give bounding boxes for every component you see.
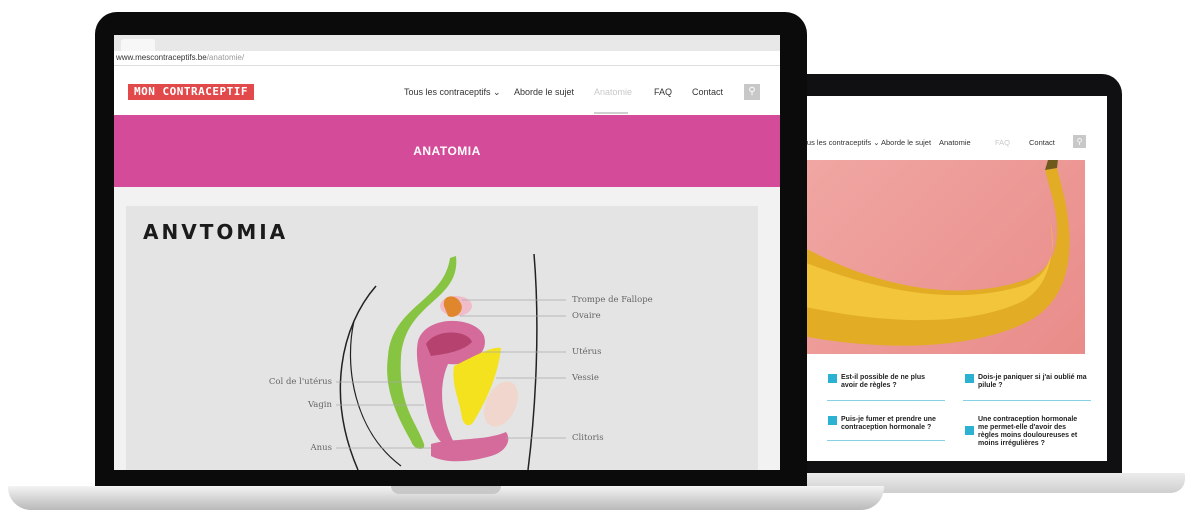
checkbox-icon xyxy=(965,426,974,435)
active-nav-indicator xyxy=(594,112,628,114)
search-icon[interactable]: ⚲ xyxy=(1073,135,1086,148)
faq-item[interactable]: Une contraception hormonale me permet-el… xyxy=(965,416,1088,448)
anatomy-diagram: Trompe de Fallope Ovaire Utérus Vessie C… xyxy=(269,253,653,470)
back-nav-anatomie[interactable]: Anatomie xyxy=(939,138,971,147)
front-laptop-notch xyxy=(391,486,501,494)
search-icon[interactable]: ⚲ xyxy=(744,84,760,100)
label-anus: Anus xyxy=(310,443,332,453)
divider xyxy=(963,400,1091,401)
back-laptop-screen: Tous les contraceptifs ⌄ Aborde le sujet… xyxy=(795,96,1107,461)
browser-tab[interactable] xyxy=(121,39,155,51)
label-vessie: Vessie xyxy=(571,373,599,383)
back-site-nav: Tous les contraceptifs ⌄ Aborde le sujet… xyxy=(795,130,1107,152)
site-logo[interactable]: MON CONTRACEPTIF xyxy=(128,84,254,100)
label-ovaire: Ovaire xyxy=(572,311,601,321)
label-col-de-luterus: Col de l'utérus xyxy=(269,376,332,387)
back-nav-contraceptifs[interactable]: Tous les contraceptifs ⌄ xyxy=(799,138,880,147)
content-area: ANVTOMIA Trompe de Fallope Ovaire Utérus… xyxy=(114,187,780,470)
back-nav-faq[interactable]: FAQ xyxy=(995,138,1010,147)
page-title: ANATOMIA xyxy=(413,144,481,158)
nav-tous-les-contraceptifs[interactable]: Tous les contraceptifs ⌄ xyxy=(404,87,501,98)
anatomy-illustration: ANVTOMIA Trompe de Fallope Ovaire Utérus… xyxy=(126,206,758,470)
faq-question: Puis-je fumer et prendre une contracepti… xyxy=(841,416,936,431)
nav-aborde-le-sujet[interactable]: Aborde le sujet xyxy=(514,87,574,97)
faq-item[interactable]: Puis-je fumer et prendre une contracepti… xyxy=(828,416,946,432)
page-banner: ANATOMIA xyxy=(114,115,780,187)
back-nav-aborde[interactable]: Aborde le sujet xyxy=(881,138,931,147)
checkbox-icon xyxy=(828,374,837,383)
url-text: www.mescontraceptifs.be/anatomie/ xyxy=(116,53,244,62)
checkbox-icon xyxy=(828,416,837,425)
nav-anatomie[interactable]: Anatomie xyxy=(594,87,632,97)
nav-contact[interactable]: Contact xyxy=(692,87,723,97)
address-bar[interactable]: www.mescontraceptifs.be/anatomie/ xyxy=(114,51,780,66)
back-nav-contact[interactable]: Contact xyxy=(1029,138,1055,147)
url-domain: www.mescontraceptifs.be xyxy=(116,53,207,62)
faq-question: Est-il possible de ne plus avoir de règl… xyxy=(841,374,926,389)
front-laptop-screen: www.mescontraceptifs.be/anatomie/ MON CO… xyxy=(114,35,780,470)
site-header: MON CONTRACEPTIF Tous les contraceptifs … xyxy=(114,66,780,116)
faq-item[interactable]: Est-il possible de ne plus avoir de règl… xyxy=(828,374,936,390)
faq-question: Dois-je paniquer si j'ai oublié ma pilul… xyxy=(978,374,1087,389)
faq-question: Une contraception hormonale me permet-el… xyxy=(978,416,1078,447)
divider xyxy=(827,400,945,401)
label-trompe-de-fallope: Trompe de Fallope xyxy=(572,295,653,305)
url-path: /anatomie/ xyxy=(206,53,245,62)
label-vagin: Vagin xyxy=(307,400,333,410)
checkbox-icon xyxy=(965,374,974,383)
faq-item[interactable]: Dois-je paniquer si j'ai oublié ma pilul… xyxy=(965,374,1088,390)
label-uterus: Utérus xyxy=(572,346,602,357)
faq-list: Est-il possible de ne plus avoir de règl… xyxy=(795,366,1107,461)
body-outline xyxy=(339,285,377,470)
banana-photo xyxy=(795,160,1085,354)
banana-illustration xyxy=(795,160,1070,346)
divider xyxy=(827,440,945,441)
browser-tab-bar xyxy=(114,35,780,51)
label-clitoris: Clitoris xyxy=(572,433,604,443)
nav-faq[interactable]: FAQ xyxy=(654,87,672,97)
